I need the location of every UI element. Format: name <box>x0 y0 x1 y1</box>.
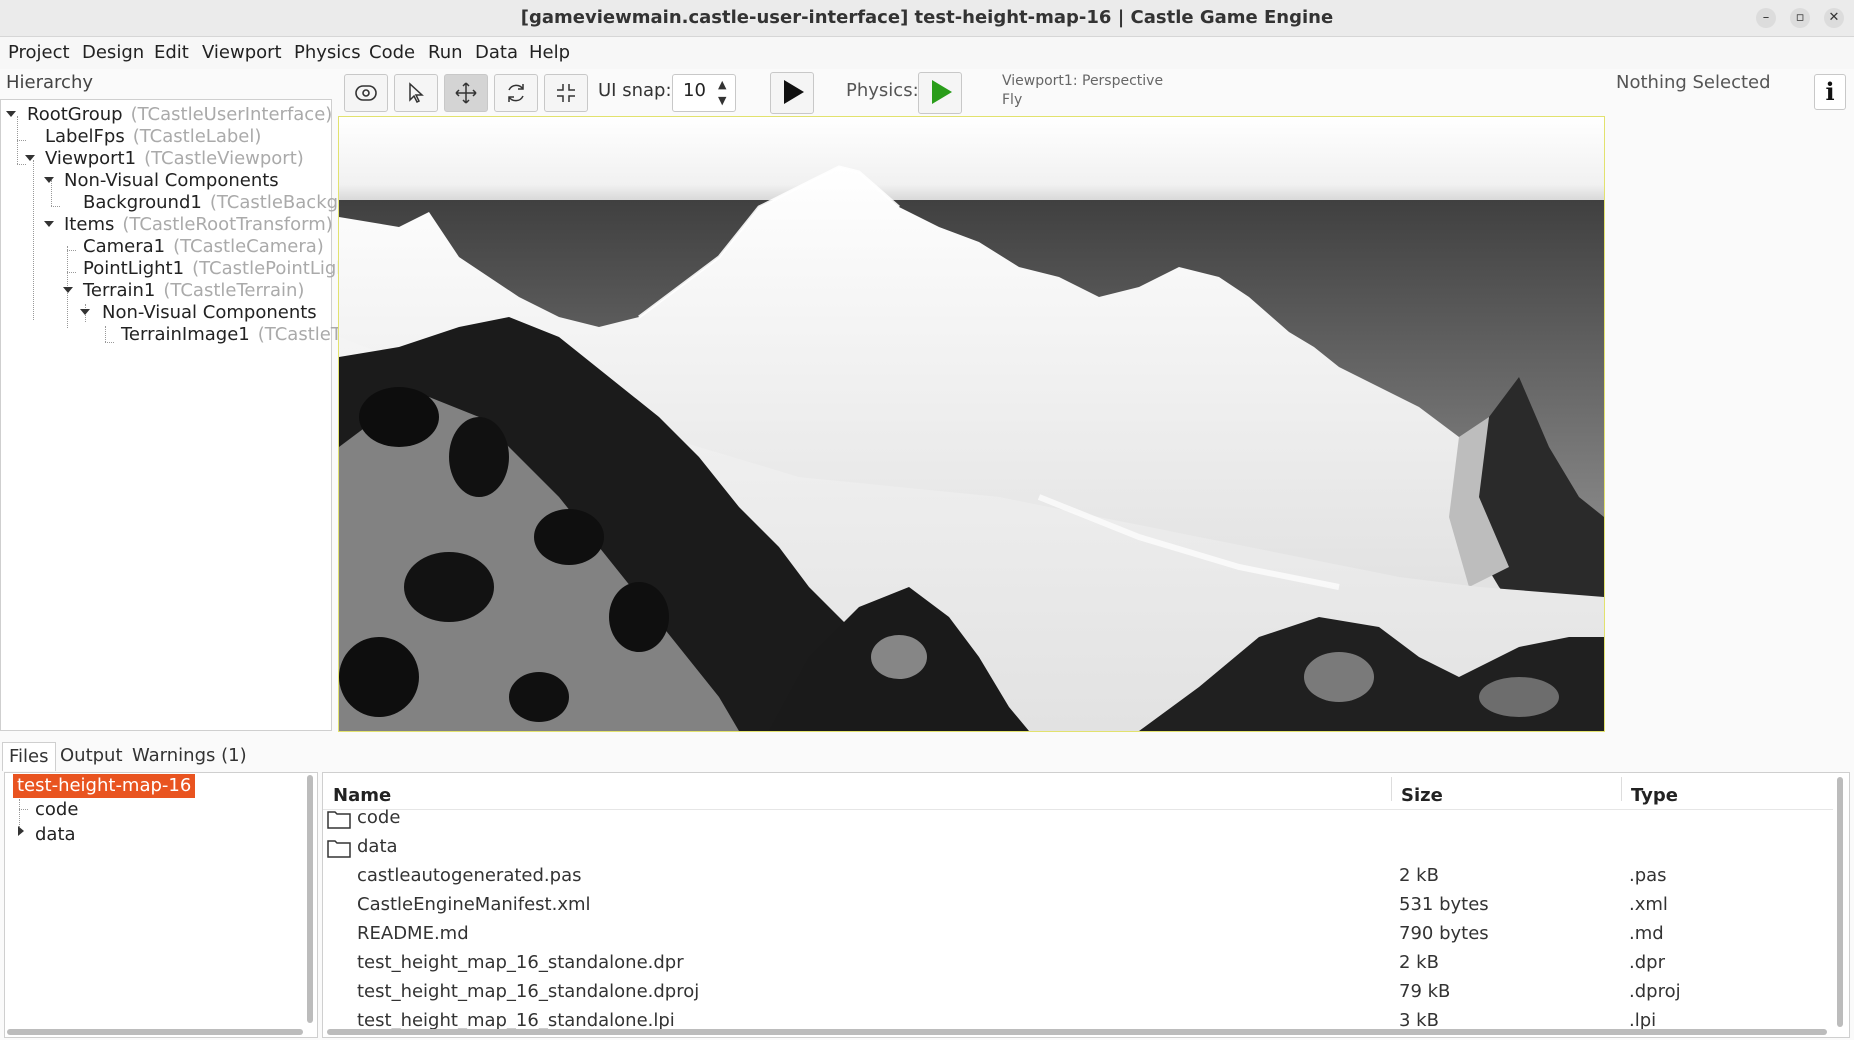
tab-warnings[interactable]: Warnings (1) <box>126 742 253 770</box>
rotate-icon <box>508 84 524 102</box>
files-tree[interactable]: test-height-map-16 code data <box>4 772 318 1038</box>
spin-up-icon[interactable]: ▲ <box>718 78 726 91</box>
tree-hscrollbar[interactable] <box>7 1029 303 1035</box>
close-icon[interactable]: ✕ <box>1824 8 1844 28</box>
inspector-status: Nothing Selected <box>1616 72 1771 93</box>
tree-node-pointlight1[interactable]: PointLight1 (TCastlePointLight <box>83 257 355 281</box>
tree-item-code[interactable]: code <box>35 798 78 822</box>
physics-play-button[interactable] <box>918 72 962 114</box>
menu-edit[interactable]: Edit <box>154 37 189 69</box>
menu-viewport[interactable]: Viewport <box>202 37 282 69</box>
tree-node-items[interactable]: Items (TCastleRootTransform) <box>64 213 333 237</box>
hierarchy-tree[interactable]: RootGroup (TCastleUserInterface) LabelFps… <box>0 99 356 731</box>
tree-node-terrainimage1[interactable]: TerrainImage1 (TCastleTe <box>121 323 350 347</box>
file-row[interactable]: CastleEngineManifest.xml 531 bytes .xml <box>323 890 1833 919</box>
file-row[interactable]: data <box>323 832 1833 861</box>
tree-node-terrain-nonvisual[interactable]: Non-Visual Components <box>102 301 317 325</box>
physics-play-icon <box>932 80 952 104</box>
menu-bar: Project Design Edit Viewport Physics Cod… <box>0 37 1854 69</box>
tree-item-project-root[interactable]: test-height-map-16 <box>13 774 196 798</box>
play-icon <box>784 80 804 104</box>
select-mode-button[interactable] <box>394 74 438 112</box>
terrain-render <box>339 165 1604 731</box>
file-list-scrollbar[interactable] <box>1837 777 1843 1027</box>
scale-mode-button[interactable] <box>544 74 588 112</box>
tree-node-viewport1[interactable]: Viewport1 (TCastleViewport) <box>45 147 304 171</box>
file-list-hscrollbar[interactable] <box>327 1029 1827 1035</box>
interact-icon <box>355 85 377 101</box>
tree-item-data[interactable]: data <box>35 823 76 847</box>
menu-code[interactable]: Code <box>369 37 415 69</box>
file-row[interactable]: test_height_map_16_standalone.dpr 2 kB .… <box>323 948 1833 977</box>
file-row[interactable]: castleautogenerated.pas 2 kB .pas <box>323 861 1833 890</box>
rotate-mode-button[interactable] <box>494 74 538 112</box>
scale-icon <box>557 84 575 102</box>
menu-project[interactable]: Project <box>8 37 70 69</box>
file-list[interactable]: Name Size Type code data castleautogener… <box>322 772 1850 1038</box>
file-row[interactable]: README.md 790 bytes .md <box>323 919 1833 948</box>
menu-help[interactable]: Help <box>529 37 570 69</box>
viewport-navigation-info: Fly <box>1002 92 1023 108</box>
window-title: [gameviewmain.castle-user-interface] tes… <box>520 7 1334 28</box>
play-button[interactable] <box>770 72 814 114</box>
tree-node-camera1[interactable]: Camera1 (TCastleCamera) <box>83 235 324 259</box>
viewport-3d[interactable] <box>338 116 1605 732</box>
tree-node-rootgroup[interactable]: RootGroup (TCastleUserInterface) <box>27 103 332 127</box>
viewport-camera-info: Viewport1: Perspective <box>1002 73 1164 89</box>
tree-scrollbar[interactable] <box>307 775 313 1023</box>
menu-data[interactable]: Data <box>475 37 518 69</box>
interact-mode-button[interactable] <box>344 74 388 112</box>
menu-design[interactable]: Design <box>82 37 144 69</box>
file-row[interactable]: test_height_map_16_standalone.dproj 79 k… <box>323 977 1833 1006</box>
tree-node-nonvisual[interactable]: Non-Visual Components <box>64 169 279 193</box>
tree-node-background1[interactable]: Background1 (TCastleBackgro <box>83 191 356 215</box>
minimize-icon[interactable]: – <box>1756 8 1776 28</box>
tree-node-terrain1[interactable]: Terrain1 (TCastleTerrain) <box>83 279 304 303</box>
spin-down-icon[interactable]: ▼ <box>718 94 726 107</box>
folder-icon <box>327 840 351 858</box>
ui-snap-value: 10 <box>683 80 706 101</box>
physics-label: Physics: <box>846 80 919 101</box>
hierarchy-label: Hierarchy <box>6 72 94 93</box>
info-icon[interactable]: i <box>1814 74 1846 110</box>
translate-mode-button[interactable] <box>444 74 488 112</box>
tab-files[interactable]: Files <box>2 742 56 771</box>
ui-snap-label: UI snap: <box>598 80 672 101</box>
menu-run[interactable]: Run <box>428 37 463 69</box>
tab-output[interactable]: Output <box>54 742 129 770</box>
tree-node-labelfps[interactable]: LabelFps (TCastleLabel) <box>45 125 261 149</box>
menu-physics[interactable]: Physics <box>294 37 361 69</box>
file-row[interactable]: code <box>323 803 1833 832</box>
translate-icon <box>455 82 477 104</box>
select-icon <box>409 82 424 104</box>
maximize-icon[interactable]: ▫ <box>1790 8 1810 28</box>
folder-icon <box>327 811 351 829</box>
